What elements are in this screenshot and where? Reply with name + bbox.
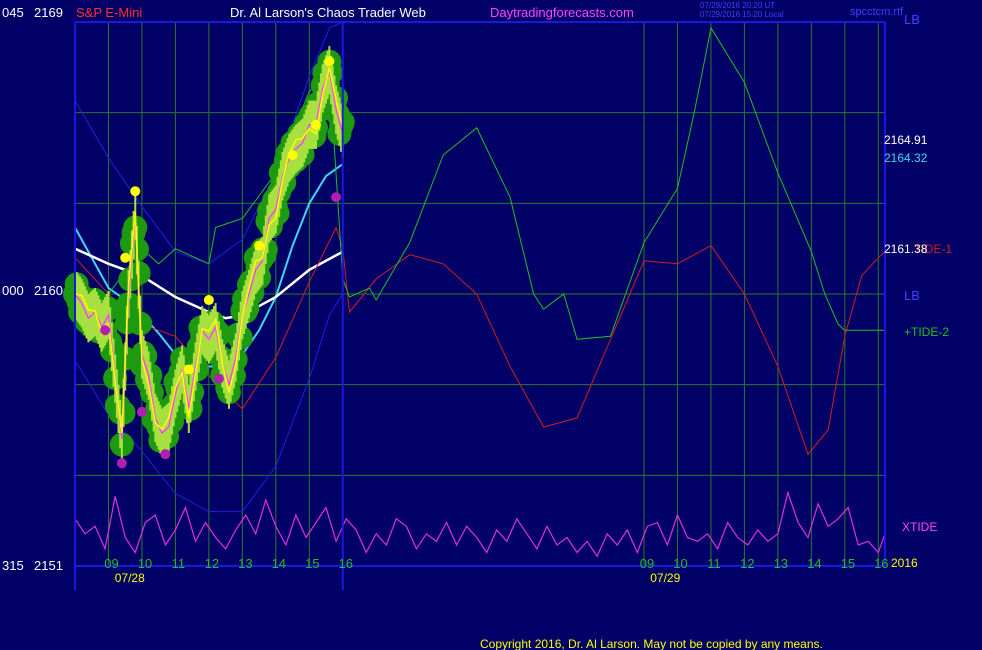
- swing-high-dot: [203, 295, 214, 306]
- x-tick-label: 13: [774, 556, 788, 571]
- x-tick-label: 11: [172, 556, 186, 571]
- swing-low-dot: [116, 458, 127, 469]
- swing-low-dot: [100, 325, 111, 336]
- readout-price: 2164.91: [884, 133, 928, 147]
- grid: [75, 21, 885, 567]
- right-scale-label-top: 2169: [34, 5, 63, 20]
- swing-low-dot: [213, 373, 224, 384]
- swing-high-dot: [120, 252, 131, 263]
- legend-xtide: XTIDE: [902, 520, 937, 534]
- readout-ma-fast: 2164.32: [884, 151, 928, 165]
- swing-high-dot: [324, 56, 335, 67]
- spacetime-label: spcctcm.rtf: [850, 6, 904, 18]
- x-tick-label: 12: [205, 556, 219, 571]
- series-layer: [74, 21, 886, 558]
- x-tick-label: 15: [841, 556, 855, 571]
- x-tick-label: 13: [238, 556, 252, 571]
- swing-high-dot: [254, 240, 265, 251]
- chart-title: Dr. Al Larson's Chaos Trader Web: [230, 5, 426, 20]
- right-scale-label-mid: 2160: [34, 283, 63, 298]
- x-tick-label: 10: [138, 556, 152, 571]
- swing-low-dot: [331, 192, 342, 203]
- swing-high-dot: [183, 364, 194, 375]
- site-link[interactable]: Daytradingforecasts.com: [490, 5, 634, 20]
- readout-ma-slow: 2161.38: [884, 242, 928, 256]
- x-tick-label: 12: [740, 556, 754, 571]
- chart-canvas: 09 10 11 12 13 14 15 16 09 10 11 12 13 14 15 16 07/28 07/…: [2, 1, 952, 650]
- legend-lb: LB: [904, 288, 920, 303]
- x-tick-label: 15: [305, 556, 319, 571]
- swing-high-dot: [287, 149, 298, 160]
- time-local: 07/29/2016 15:20 Local: [700, 10, 784, 19]
- date-label: 07/28: [115, 571, 145, 585]
- left-scale-label-bottom: 315: [2, 558, 24, 573]
- left-scale-label-mid: 000: [2, 283, 24, 298]
- copyright: Copyright 2016, Dr. Al Larson. May not b…: [480, 637, 823, 650]
- series-xtide: [74, 490, 886, 558]
- swing-high-dot: [130, 186, 141, 197]
- year-label: 2016: [891, 556, 918, 570]
- time-ut: 07/29/2016 20:20 UT: [700, 1, 775, 10]
- swing-low-dot: [136, 406, 147, 417]
- x-tick-label: 14: [807, 556, 821, 571]
- right-scale-label-bottom: 2151: [34, 558, 63, 573]
- symbol-label: S&P E-Mini: [76, 5, 142, 20]
- x-tick-label: 09: [104, 556, 118, 571]
- swing-high-dot: [310, 119, 321, 130]
- x-tick-label: 11: [707, 556, 721, 571]
- x-tick-label: 09: [640, 556, 654, 571]
- date-label: 07/29: [650, 571, 680, 585]
- legend-tide2: +TIDE-2: [904, 325, 949, 339]
- x-tick-label: 10: [673, 556, 687, 571]
- left-scale-label-top: 045: [2, 5, 24, 20]
- x-tick-label: 14: [272, 556, 286, 571]
- x-tick-label: 16: [874, 556, 888, 571]
- x-tick-label: 16: [339, 556, 353, 571]
- legend-lb-top: LB: [904, 12, 920, 27]
- series--tide-2: [74, 26, 885, 340]
- swing-low-dot: [160, 449, 171, 460]
